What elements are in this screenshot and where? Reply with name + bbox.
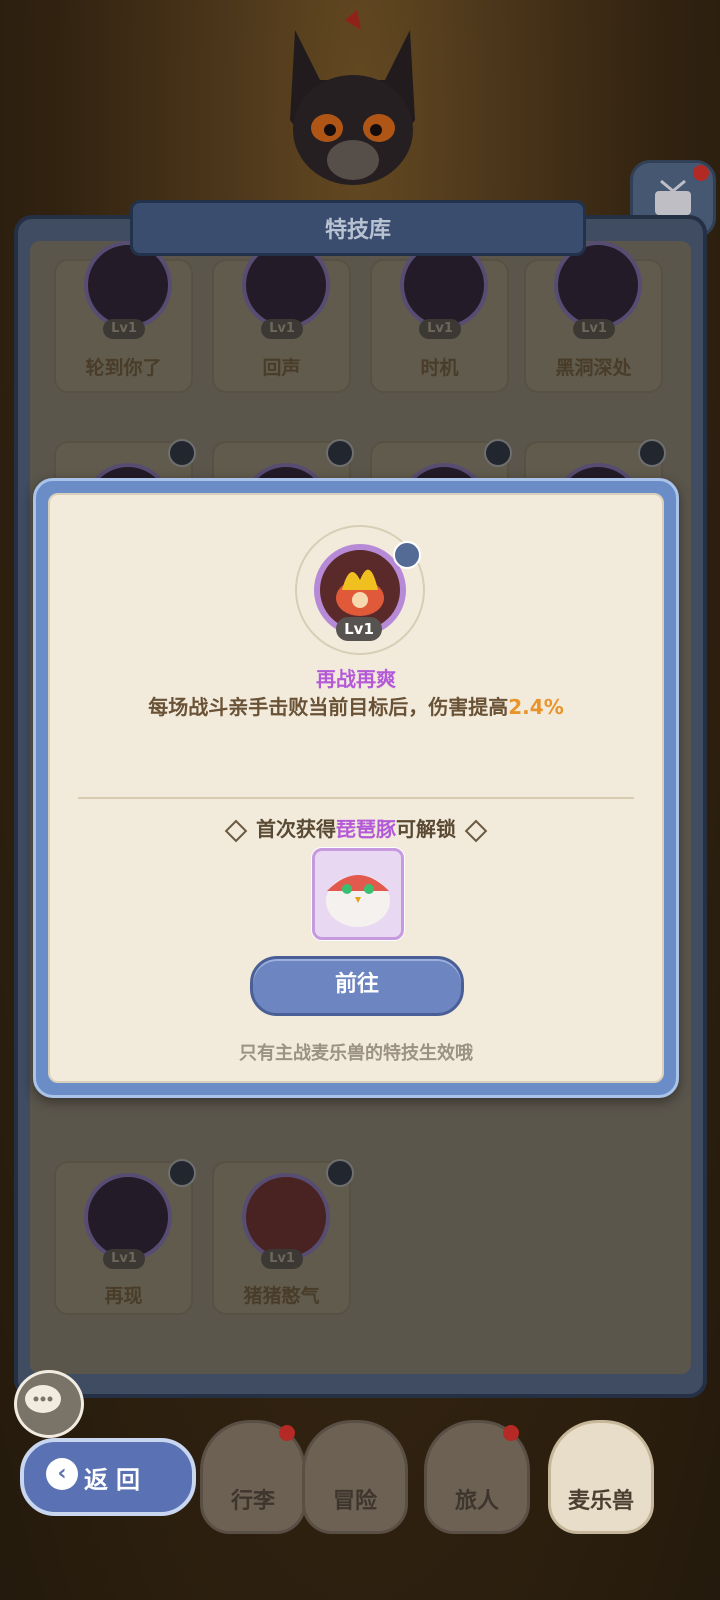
divider	[78, 797, 634, 799]
skill-description-text: 每场战斗亲手击败当前目标后，伤害提高	[148, 695, 509, 719]
unlock-suffix: 可解锁	[396, 817, 456, 841]
notification-dot	[503, 1425, 519, 1441]
skill-description: 每场战斗亲手击败当前目标后，伤害提高2.4%	[50, 691, 662, 720]
diamond-icon	[464, 819, 488, 842]
skill-level-badge: Lv1	[336, 617, 382, 641]
unlock-prefix: 首次获得	[256, 817, 336, 841]
library-title: 特技库	[324, 218, 391, 243]
skill-name: 再战再爽	[316, 667, 396, 691]
unlock-condition: 首次获得琵琶豚可解锁	[50, 813, 662, 842]
back-label: 返回	[84, 1466, 148, 1494]
pufferfish-pet-icon	[326, 875, 390, 927]
library-title-bar: 特技库	[130, 200, 586, 256]
skill-detail-modal: Lv1 再战再爽 每场战斗亲手击败当前目标后，伤害提高2.4% 首次获得琵琶豚可…	[33, 478, 679, 1098]
back-arrow-icon: ‹	[46, 1458, 78, 1490]
back-button[interactable]: ‹ 返回	[20, 1438, 196, 1516]
go-button[interactable]: 前往	[250, 956, 464, 1016]
chat-button[interactable]	[14, 1370, 84, 1438]
nav-label: 行李	[230, 1489, 275, 1514]
pet-card[interactable]	[312, 848, 404, 940]
nav-label: 冒险	[332, 1489, 377, 1514]
diamond-icon	[224, 819, 248, 842]
nav-label: 麦乐兽	[567, 1489, 634, 1514]
skill-avatar-frame: Lv1	[295, 525, 425, 655]
unlock-pet-name: 琵琶豚	[336, 817, 396, 841]
lock-icon	[393, 541, 421, 569]
notification-dot	[279, 1425, 295, 1441]
nav-label: 旅人	[454, 1489, 499, 1514]
nav-adventure[interactable]: 冒险	[302, 1420, 408, 1534]
nav-travelers[interactable]: 旅人	[424, 1420, 530, 1534]
hint-text: 只有主战麦乐兽的特技生效哦	[239, 1043, 473, 1064]
nav-luggage[interactable]: 行李	[200, 1420, 306, 1534]
chat-bubble-icon	[25, 1385, 61, 1413]
nav-pets[interactable]: 麦乐兽	[548, 1420, 654, 1534]
skill-value: 2.4%	[508, 695, 564, 719]
modal-content: Lv1 再战再爽 每场战斗亲手击败当前目标后，伤害提高2.4% 首次获得琵琶豚可…	[48, 493, 664, 1083]
